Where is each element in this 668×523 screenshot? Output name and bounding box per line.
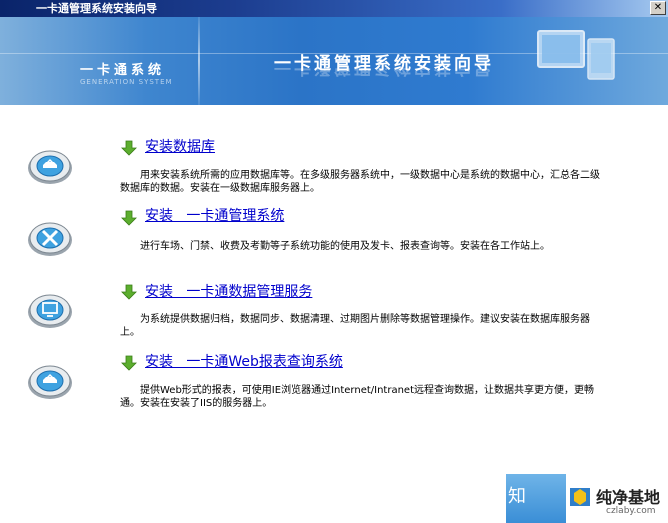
watermark-logo-icon bbox=[570, 488, 590, 506]
install-web-report-link[interactable]: 安装 一卡通Web报表查询系统 bbox=[145, 353, 343, 371]
install-management-system-link[interactable]: 安装 一卡通管理系统 bbox=[145, 207, 284, 225]
banner-product-name: 一卡通系统 bbox=[80, 63, 166, 78]
watermark: 知 纯净基地 czlaby.com bbox=[506, 474, 668, 523]
install-database-description: 用来安装系统所需的应用数据库等。在多级服务器系统中，一级数据中心是系统的数据中心… bbox=[120, 170, 600, 194]
tools-disc-icon[interactable] bbox=[27, 218, 73, 258]
close-button[interactable]: ✕ bbox=[650, 1, 666, 15]
web-disc-icon[interactable] bbox=[27, 361, 73, 401]
green-down-arrow-icon bbox=[121, 210, 137, 226]
banner-divider bbox=[198, 17, 200, 105]
database-disc-icon[interactable] bbox=[27, 146, 73, 186]
monitor-graphic-icon bbox=[537, 30, 615, 80]
watermark-blue-block: 知 bbox=[506, 474, 566, 523]
install-web-report-description: 提供Web形式的报表，可使用IE浏览器通过Internet/Intranet远程… bbox=[120, 385, 595, 409]
server-disc-icon[interactable] bbox=[27, 290, 73, 330]
green-down-arrow-icon bbox=[121, 355, 137, 371]
watermark-prefix: 知 bbox=[508, 486, 526, 507]
install-data-service-link[interactable]: 安装 一卡通数据管理服务 bbox=[145, 283, 312, 301]
window-title: 一卡通管理系统安装向导 bbox=[36, 2, 157, 15]
green-down-arrow-icon bbox=[121, 140, 137, 156]
close-icon: ✕ bbox=[653, 2, 663, 13]
watermark-url: czlaby.com bbox=[606, 506, 656, 516]
green-down-arrow-icon bbox=[121, 284, 137, 300]
watermark-brand: 纯净基地 bbox=[596, 488, 661, 507]
banner-product-subtitle: GENERATION SYSTEM bbox=[80, 78, 173, 86]
install-data-service-description: 为系统提供数据归档，数据同步、数据清理、过期图片删除等数据管理操作。建议安装在数… bbox=[120, 314, 590, 338]
header-banner: 一卡通系统 GENERATION SYSTEM 一卡通管理系统安装向导 一卡通管… bbox=[0, 17, 668, 105]
title-bar: 一卡通管理系统安装向导 ✕ bbox=[0, 0, 668, 17]
install-management-system-description: 进行车场、门禁、收费及考勤等子系统功能的使用及发卡、报表查询等。安装在各工作站上… bbox=[140, 241, 550, 252]
banner-title-reflection: 一卡通管理系统安装向导 bbox=[274, 68, 494, 82]
install-database-link[interactable]: 安装数据库 bbox=[145, 138, 215, 156]
